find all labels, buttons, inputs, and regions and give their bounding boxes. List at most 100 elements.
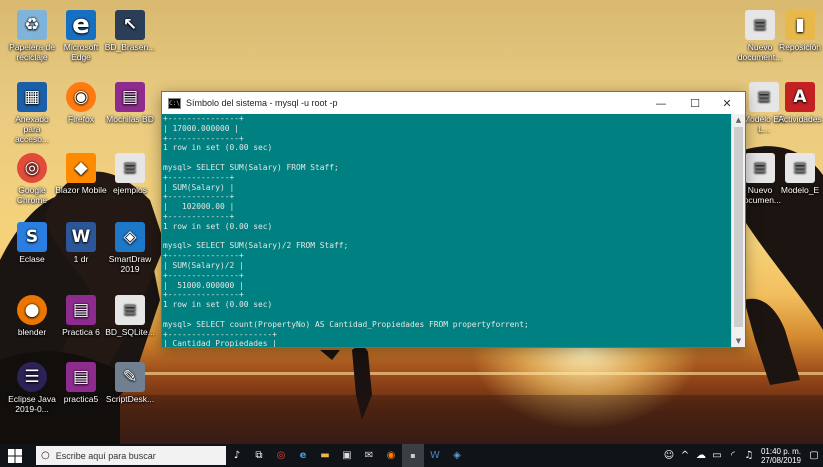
- console-line: | Cantidad_Propiedades |: [163, 339, 278, 347]
- console-line: +---------------+: [163, 114, 244, 123]
- console-line: mysql> SELECT SUM(Salary) FROM Staff;: [163, 162, 339, 172]
- taskbar-store-icon[interactable]: ▣: [336, 444, 358, 467]
- desktop-icon-1dr[interactable]: W 1 dr: [55, 222, 107, 264]
- console-line: +---------------+: [163, 133, 244, 143]
- onedrive-icon[interactable]: ☁: [693, 444, 709, 467]
- script-icon: ✎: [115, 362, 145, 392]
- desktop-icon-practica6[interactable]: ▤ Practica 6: [55, 295, 107, 337]
- desktop-icon-blazor[interactable]: ◆ Blazor Mobile: [55, 153, 107, 195]
- clock[interactable]: 01:40 p. m. 27/08/2019: [761, 447, 801, 465]
- desktop-icon-recycle-bin[interactable]: ♻ Papelera de reciclaje: [6, 10, 58, 62]
- console-line: +-------------+: [163, 211, 235, 221]
- console-line: | 51000.000000 |: [163, 280, 244, 290]
- vertical-scrollbar[interactable]: ▲ ▼: [731, 114, 745, 347]
- taskbar-mail-icon[interactable]: ✉: [358, 444, 380, 467]
- taskbar-chrome-icon[interactable]: ◎: [270, 444, 292, 467]
- scroll-down-arrow-icon[interactable]: ▼: [732, 335, 745, 347]
- document-icon: ≡: [115, 153, 145, 183]
- window-titlebar[interactable]: C:\ Símbolo del sistema - mysql -u root …: [162, 92, 745, 114]
- console-line: mysql> SELECT count(PropertyNo) AS Canti…: [163, 319, 529, 329]
- desktop-icon-eclase[interactable]: S Eclase: [6, 222, 58, 264]
- console-line: | 17000.000000 |: [163, 123, 240, 133]
- notifications-icon[interactable]: ▢: [805, 444, 823, 467]
- edge-icon: e: [66, 10, 96, 40]
- smartdraw-icon: ◈: [115, 222, 145, 252]
- desktop-icon-blender[interactable]: ● blender: [6, 295, 58, 337]
- taskbar-word-icon[interactable]: W: [424, 444, 446, 467]
- volume-icon[interactable]: ♫: [741, 444, 757, 467]
- document-icon: ≡: [745, 10, 775, 40]
- taskbar-search-box[interactable]: ○ Escribe aquí para buscar: [36, 446, 226, 465]
- close-button[interactable]: ✕: [711, 92, 743, 114]
- console-line: | SUM(Salary)/2 |: [163, 260, 244, 270]
- start-button[interactable]: [0, 444, 30, 467]
- desktop-icon-scriptdesk[interactable]: ✎ ScriptDesk...: [104, 362, 156, 404]
- desktop-icon-mochilas[interactable]: ▤ Mochilas BD: [104, 82, 156, 124]
- maximize-button[interactable]: ☐: [679, 92, 711, 114]
- minimize-button[interactable]: —: [645, 92, 677, 114]
- winrar-icon: ▤: [115, 82, 145, 112]
- taskbar-file-explorer-icon[interactable]: ▬: [314, 444, 336, 467]
- taskbar-cmd-icon[interactable]: ▪: [402, 444, 424, 467]
- desktop-icon-actividades[interactable]: A Actividades: [774, 82, 823, 124]
- winrar-icon: ▤: [66, 362, 96, 392]
- recycle-bin-icon: ♻: [17, 10, 47, 40]
- winrar-icon: ▤: [66, 295, 96, 325]
- console-line: +-------------+: [163, 172, 235, 182]
- cube-icon: ◆: [66, 153, 96, 183]
- desktop-icon-anexado[interactable]: ▦ Anexado para acceso...: [6, 82, 58, 144]
- console-line: +---------------+: [163, 270, 244, 280]
- scroll-up-arrow-icon[interactable]: ▲: [732, 114, 745, 126]
- microphone-icon[interactable]: ♪: [226, 444, 248, 467]
- desktop-icon-reposicion[interactable]: ▮ Reposición: [774, 10, 823, 52]
- windows-logo-icon: [8, 448, 22, 463]
- shortcut-icon: ↖: [115, 10, 145, 40]
- scrollbar-thumb[interactable]: [734, 127, 743, 327]
- console-line: 1 row in set (0.00 sec): [163, 221, 273, 231]
- desktop-icon-practica5[interactable]: ▤ practica5: [55, 362, 107, 404]
- clock-date: 27/08/2019: [760, 455, 801, 465]
- windows-tiles-icon: ▦: [17, 82, 47, 112]
- console-line: | 102000.00 |: [163, 202, 235, 212]
- console-line: +----------------------+: [163, 329, 278, 339]
- battery-icon[interactable]: ▭: [709, 444, 725, 467]
- console-output: +---------------+ | 17000.000000 | +----…: [162, 114, 731, 347]
- show-hidden-icons-chevron-icon[interactable]: ^: [677, 444, 693, 467]
- document-icon: ≡: [785, 153, 815, 183]
- desktop-icon-chrome[interactable]: ◎ Google Chrome: [6, 153, 58, 205]
- document-icon: ≡: [115, 295, 145, 325]
- console-line: | SUM(Salary) |: [163, 182, 235, 192]
- desktop-icon-eclipse[interactable]: ☰ Eclipse Java 2019-0...: [6, 362, 58, 414]
- console-line: +---------------+: [163, 290, 244, 300]
- search-placeholder: Escribe aquí para buscar: [55, 450, 156, 461]
- desktop-icon-bd-sqlite[interactable]: ≡ BD_SQLite...: [104, 295, 156, 337]
- desktop-icon-smartdraw[interactable]: ◈ SmartDraw 2019: [104, 222, 156, 274]
- cmd-app-icon: C:\: [168, 97, 181, 109]
- window-title: Símbolo del sistema - mysql -u root -p: [186, 98, 338, 108]
- eclipse-icon: ☰: [17, 362, 47, 392]
- search-icon: ○: [41, 450, 50, 461]
- taskbar-firefox-icon[interactable]: ◉: [380, 444, 402, 467]
- taskbar-smartdraw-icon[interactable]: ◈: [446, 444, 468, 467]
- folder-icon: ▮: [785, 10, 815, 40]
- desktop-icon-bd-brasen[interactable]: ↖ BD_Brasen...: [104, 10, 156, 52]
- app-icon: S: [17, 222, 47, 252]
- console-line: 1 row in set (0.00 sec): [163, 143, 273, 153]
- taskbar: ○ Escribe aquí para buscar ♪ ⧉ ◎ e ▬ ▣ ✉…: [0, 444, 823, 467]
- desktop-icon-edge[interactable]: e Microsoft Edge: [55, 10, 107, 62]
- desktop-icon-ejemplos[interactable]: ≡ ejemplos: [104, 153, 156, 195]
- command-prompt-window[interactable]: C:\ Símbolo del sistema - mysql -u root …: [161, 91, 746, 348]
- blender-icon: ●: [17, 295, 47, 325]
- document-icon: ≡: [745, 153, 775, 183]
- task-view-icon[interactable]: ⧉: [248, 444, 270, 467]
- console-line: +-------------+: [163, 192, 235, 202]
- taskbar-edge-icon[interactable]: e: [292, 444, 314, 467]
- console-line: mysql> SELECT SUM(Salary)/2 FROM Staff;: [163, 241, 349, 251]
- desktop-icon-firefox[interactable]: ◉ Firefox: [55, 82, 107, 124]
- desktop-icon-modelo-e[interactable]: ≡ Modelo_E: [774, 153, 823, 195]
- console-line: +---------------+: [163, 251, 244, 261]
- people-icon[interactable]: ☺: [661, 444, 677, 467]
- chrome-icon: ◎: [17, 153, 47, 183]
- console-area[interactable]: +---------------+ | 17000.000000 | +----…: [162, 114, 731, 347]
- network-icon[interactable]: ◜: [725, 444, 741, 467]
